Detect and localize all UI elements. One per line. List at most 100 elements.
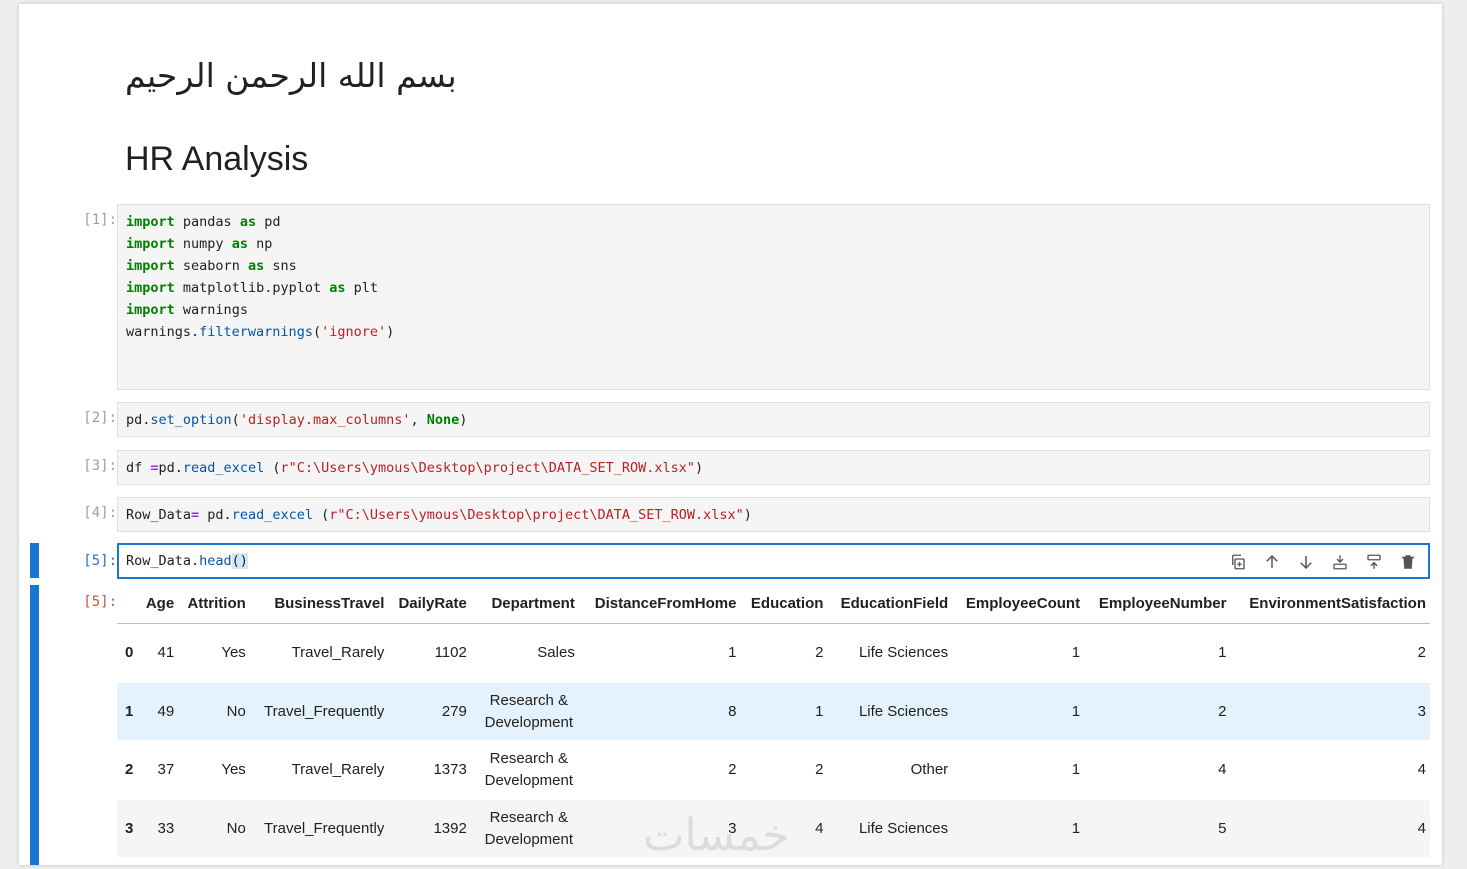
table-cell: 3 <box>1230 683 1430 740</box>
column-header: Attrition <box>178 587 250 624</box>
table-cell: 1 <box>952 683 1085 740</box>
keyword: as <box>247 258 265 274</box>
keyword: None <box>426 412 460 428</box>
code-cell-4[interactable]: Row_Data= pd.read_excel (r"C:\Users\ymou… <box>117 497 1430 532</box>
function-name: set_option <box>150 412 232 428</box>
string-literal: "C:\Users\ymous\Desktop\project\DATA_SET… <box>288 460 695 476</box>
insert-above-icon <box>1333 555 1347 570</box>
insert-below-icon <box>1367 554 1381 569</box>
table-cell: 1102 <box>388 623 471 683</box>
table-cell: 1373 <box>388 740 471 800</box>
insert-below-button[interactable] <box>1363 551 1385 573</box>
table-cell: 1 <box>740 683 828 740</box>
keyword: import <box>126 280 175 296</box>
column-header: EnvironmentSatisfaction <box>1230 587 1430 624</box>
alias: np <box>256 236 273 252</box>
paren: ( <box>312 324 322 340</box>
string-literal: 'display.max_columns' <box>239 412 411 428</box>
column-header: EmployeeNumber <box>1084 587 1231 624</box>
code-cell-1[interactable]: import pandas as pd import numpy as np i… <box>117 204 1430 390</box>
table-cell: 2 <box>578 740 741 800</box>
table-cell: Life Sciences <box>827 623 953 683</box>
table-cell: 1 <box>1084 623 1231 683</box>
code-cell-2[interactable]: pd.set_option('display.max_columns', Non… <box>117 402 1430 437</box>
module-name: numpy <box>182 236 224 252</box>
duplicate-cell-button[interactable] <box>1227 551 1249 573</box>
table-cell: 4 <box>1230 800 1430 857</box>
delete-cell-button[interactable] <box>1397 551 1419 573</box>
module-name: seaborn <box>182 258 240 274</box>
department-text: Research & Development <box>484 750 574 789</box>
table-cell: Research & Development <box>470 740 579 800</box>
watermark-logo: خمسات <box>643 810 790 861</box>
markdown-arabic-heading: بسم الله الرحمن الرحيم <box>125 56 457 95</box>
column-header: Age <box>138 587 179 624</box>
keyword: import <box>126 258 175 274</box>
table-cell: 279 <box>388 683 471 740</box>
table-cell: Travel_Rarely <box>249 740 389 800</box>
table-cell: Life Sciences <box>827 800 953 857</box>
alias: plt <box>353 280 379 296</box>
active-cell-bar[interactable] <box>30 543 39 578</box>
table-cell: Yes <box>178 623 250 683</box>
arrow-down-icon <box>1300 556 1312 570</box>
object-name: warnings. <box>126 324 200 340</box>
delete-icon <box>1402 555 1414 569</box>
object-name: Row_Data. <box>126 553 200 569</box>
cell-toolbar <box>1227 551 1419 573</box>
code-cell-3[interactable]: df =pd.read_excel (r"C:\Users\ymous\Desk… <box>117 450 1430 485</box>
variable-name: df <box>126 460 151 476</box>
column-header: Education <box>740 587 828 624</box>
notebook-page: بسم الله الرحمن الرحيم HR Analysis [1]: … <box>19 4 1442 865</box>
column-header: EducationField <box>827 587 953 624</box>
alias: pd <box>264 214 281 230</box>
module-name: warnings <box>182 302 248 318</box>
move-down-button[interactable] <box>1295 551 1317 573</box>
table-cell: 4 <box>1230 740 1430 800</box>
table-cell: 4 <box>1084 740 1231 800</box>
table-cell: Other <box>827 740 953 800</box>
table-row: 0 41 Yes Travel_Rarely 1102 Sales 1 2 Li… <box>117 623 1430 683</box>
department-text: Research & Development <box>484 691 574 731</box>
table-cell: 2 <box>740 740 828 800</box>
paren: ) <box>459 412 468 428</box>
string-prefix: r <box>280 460 289 476</box>
table-cell: No <box>178 683 250 740</box>
table-cell: 1392 <box>388 800 471 857</box>
table-cell: 49 <box>138 683 179 740</box>
paren: ) <box>743 507 752 523</box>
alias: sns <box>272 258 297 274</box>
index-header <box>117 587 139 624</box>
insert-above-button[interactable] <box>1329 551 1351 573</box>
function-name: read_excel <box>231 507 313 523</box>
row-index: 0 <box>117 623 139 683</box>
table-cell: No <box>178 800 250 857</box>
table-cell: Sales <box>470 623 579 683</box>
table-cell: 1 <box>952 623 1085 683</box>
object-name: pd. <box>158 460 183 476</box>
column-header: EmployeeCount <box>952 587 1085 624</box>
table-row: 2 37 Yes Travel_Rarely 1373 Research & D… <box>117 740 1430 800</box>
row-index: 2 <box>117 740 139 800</box>
move-up-button[interactable] <box>1261 551 1283 573</box>
table-cell: 8 <box>578 683 741 740</box>
column-header: DistanceFromHome <box>578 587 741 624</box>
output-prompt: [5]: <box>83 594 117 610</box>
operator: = <box>191 507 200 523</box>
markdown-title: HR Analysis <box>125 140 309 178</box>
paren: ( <box>312 507 330 523</box>
function-name: filterwarnings <box>199 324 313 340</box>
module-name: matplotlib.pyplot <box>182 280 322 296</box>
string-literal: "C:\Users\ymous\Desktop\project\DATA_SET… <box>337 507 744 523</box>
table-cell: 5 <box>1084 800 1231 857</box>
code-cell-5[interactable]: Row_Data.head() <box>117 543 1430 579</box>
table-cell: 1 <box>952 800 1085 857</box>
output-bar[interactable] <box>30 585 39 865</box>
variable-name: Row_Data <box>126 507 192 523</box>
keyword: import <box>126 214 175 230</box>
cell-3-prompt: [3]: <box>83 458 117 474</box>
keyword: import <box>126 302 175 318</box>
arrow-up-icon <box>1266 554 1278 568</box>
string-literal: 'ignore' <box>321 324 387 340</box>
table-cell: 2 <box>1230 623 1430 683</box>
